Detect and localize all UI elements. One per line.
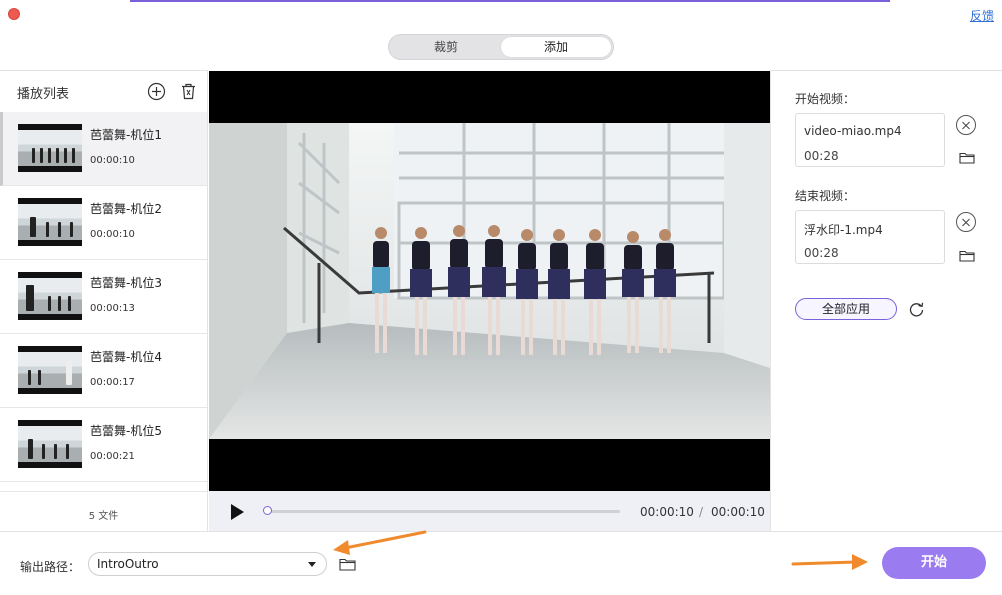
output-path-select[interactable]: IntroOutro: [88, 552, 327, 576]
reset-button[interactable]: [908, 301, 925, 322]
divider: [0, 491, 207, 492]
feedback-link[interactable]: 反馈: [970, 7, 994, 24]
end-video-filename: 浮水印-1.mp4: [804, 223, 883, 237]
video-frame: [209, 123, 770, 439]
start-video-filename: video-miao.mp4: [804, 124, 902, 138]
start-button[interactable]: 开始: [882, 547, 986, 579]
chevron-down-icon: [308, 562, 316, 567]
current-time: 00:00:10: [640, 505, 694, 519]
playlist-item-name: 芭蕾舞-机位4: [90, 350, 162, 364]
playlist-item[interactable]: 芭蕾舞-机位3 00:00:13: [0, 260, 207, 334]
tab-add[interactable]: 添加: [501, 37, 611, 57]
start-video-label: 开始视频：: [795, 92, 856, 106]
playlist-item[interactable]: 芭蕾舞-机位4 00:00:17: [0, 334, 207, 408]
top-accent-line: [130, 0, 890, 2]
video-thumbnail: [18, 272, 82, 320]
playlist-item-duration: 00:00:10: [90, 229, 135, 240]
video-preview[interactable]: [209, 71, 770, 491]
remove-start-video-button[interactable]: [956, 115, 976, 135]
playlist-item[interactable]: 芭蕾舞-机位1 00:00:10: [0, 112, 207, 186]
playlist-item[interactable]: 芭蕾舞-机位2 00:00:10: [0, 186, 207, 260]
browse-output-button[interactable]: [339, 556, 356, 575]
video-thumbnail: [18, 198, 82, 246]
delete-file-button[interactable]: [181, 83, 196, 104]
folder-icon: [959, 250, 975, 262]
video-thumbnail: [18, 420, 82, 468]
tab-crop[interactable]: 裁剪: [391, 37, 501, 57]
playlist-item-name: 芭蕾舞-机位5: [90, 424, 162, 438]
intro-outro-panel: 开始视频： video-miao.mp4 00:28 结束视频： 浮水印-1.m…: [770, 70, 1002, 531]
output-path-label: 输出路径：: [20, 560, 81, 574]
play-button[interactable]: [231, 504, 244, 520]
playlist-item-duration: 00:00:10: [90, 155, 135, 166]
end-video-field[interactable]: 浮水印-1.mp4 00:28: [795, 210, 945, 264]
start-video-field[interactable]: video-miao.mp4 00:28: [795, 113, 945, 167]
title-bar: [0, 0, 1002, 30]
browse-end-video-button[interactable]: [959, 247, 975, 266]
total-time: 00:00:10: [711, 505, 765, 519]
playlist-item-duration: 00:00:21: [90, 451, 135, 462]
folder-icon: [339, 558, 356, 571]
seek-bar[interactable]: [264, 510, 620, 513]
playlist-panel: 播放列表 芭蕾舞-机位1 00:00:10 芭蕾舞-机位2 00:00:10 芭…: [0, 70, 208, 531]
video-thumbnail: [18, 346, 82, 394]
playlist-list: 芭蕾舞-机位1 00:00:10 芭蕾舞-机位2 00:00:10 芭蕾舞-机位…: [0, 112, 207, 490]
apply-all-button[interactable]: 全部应用: [795, 298, 897, 320]
start-video-duration: 00:28: [804, 149, 839, 163]
add-circle-icon: [147, 82, 166, 101]
playlist-title: 播放列表: [17, 87, 70, 102]
mode-tabs: 裁剪 添加: [388, 34, 614, 60]
seek-handle[interactable]: [263, 506, 272, 515]
end-video-duration: 00:28: [804, 246, 839, 260]
add-file-button[interactable]: [147, 82, 166, 105]
bottom-bar: 输出路径： IntroOutro 开始: [0, 531, 1002, 595]
trash-icon: [182, 83, 195, 100]
output-path-value: IntroOutro: [97, 557, 159, 571]
playlist-item-duration: 00:00:13: [90, 303, 135, 314]
video-thumbnail: [18, 124, 82, 172]
remove-end-video-button[interactable]: [956, 212, 976, 232]
playlist-item-duration: 00:00:17: [90, 377, 135, 388]
player-controls: 00:00:10 / 00:00:10: [209, 491, 770, 531]
ballet-scene-image: [209, 123, 770, 439]
end-video-label: 结束视频：: [795, 189, 856, 203]
folder-icon: [959, 152, 975, 164]
playlist-item-name: 芭蕾舞-机位3: [90, 276, 162, 290]
window-close-button[interactable]: [8, 8, 20, 20]
playlist-item[interactable]: 芭蕾舞-机位5 00:00:21: [0, 408, 207, 482]
refresh-icon: [909, 302, 924, 317]
time-separator: /: [699, 505, 704, 519]
playlist-item-name: 芭蕾舞-机位2: [90, 202, 162, 216]
file-count: 5 文件: [88, 511, 119, 522]
playlist-item-name: 芭蕾舞-机位1: [90, 128, 162, 142]
browse-start-video-button[interactable]: [959, 149, 975, 168]
